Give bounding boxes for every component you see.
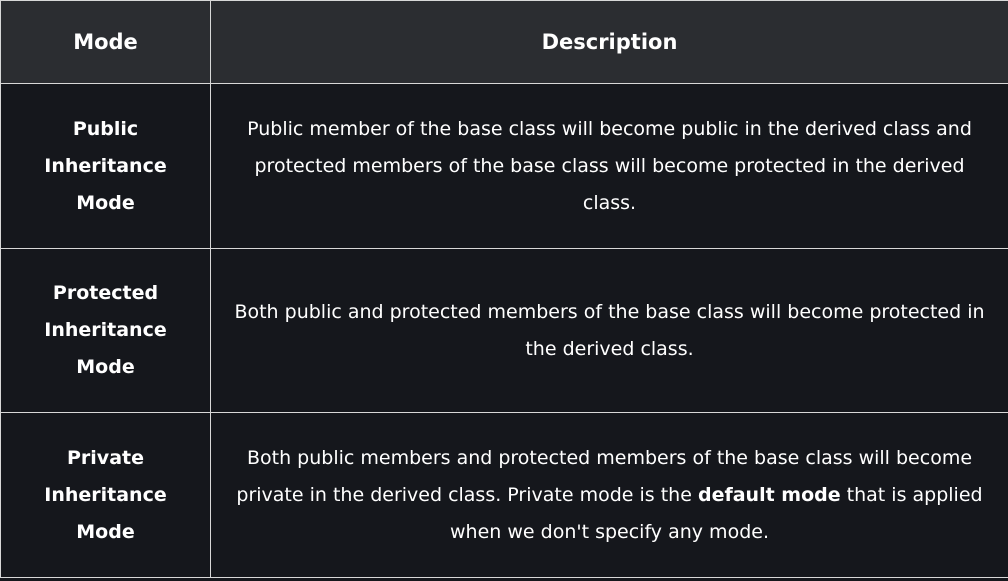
header-mode: Mode bbox=[0, 0, 211, 84]
description-cell-public: Public member of the base class will bec… bbox=[210, 83, 1008, 249]
table-header: Mode Description bbox=[0, 0, 1008, 84]
table-row: Private Inheritance Mode Both public mem… bbox=[0, 412, 1008, 578]
mode-cell-public: Public Inheritance Mode bbox=[0, 83, 211, 249]
header-row: Mode Description bbox=[0, 0, 1008, 84]
description-cell-protected: Both public and protected members of the… bbox=[210, 248, 1008, 413]
header-description: Description bbox=[210, 0, 1008, 84]
description-cell-private: Both public members and protected member… bbox=[210, 412, 1008, 578]
table-body: Public Inheritance Mode Public member of… bbox=[0, 83, 1008, 578]
mode-cell-private: Private Inheritance Mode bbox=[0, 412, 211, 578]
table-row: Protected Inheritance Mode Both public a… bbox=[0, 248, 1008, 413]
table-row: Public Inheritance Mode Public member of… bbox=[0, 83, 1008, 249]
inheritance-modes-table: Mode Description Public Inheritance Mode… bbox=[0, 0, 1008, 578]
description-bold-text: default mode bbox=[697, 483, 841, 506]
mode-cell-protected: Protected Inheritance Mode bbox=[0, 248, 211, 413]
